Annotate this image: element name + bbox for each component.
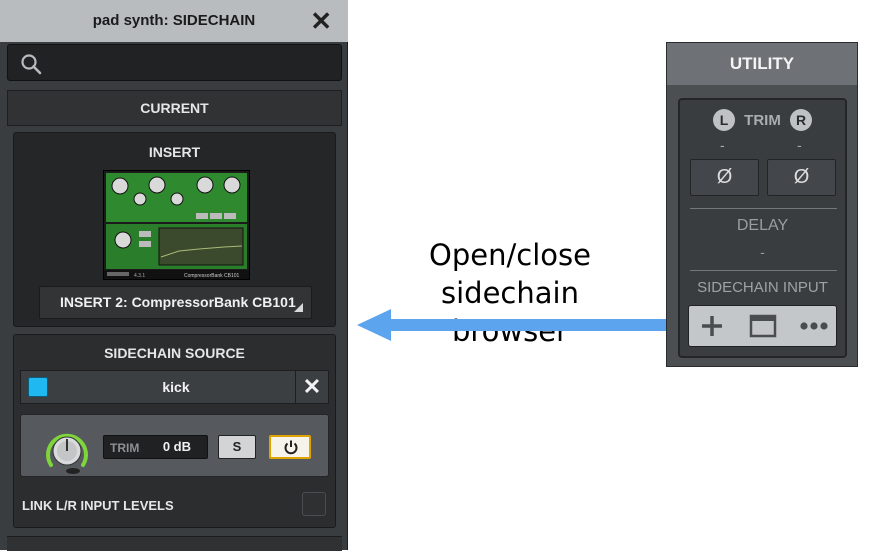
phase-invert-right-button[interactable]: Ø	[767, 159, 836, 196]
sidechain-source-row[interactable]: kick ✕	[20, 370, 329, 404]
insert-title: INSERT	[148, 144, 201, 160]
sidechain-panel: pad synth: SIDECHAIN ✕ CURRENT INSERT 4.…	[0, 0, 348, 551]
right-trim-value: -	[797, 137, 802, 153]
search-input[interactable]	[48, 49, 332, 77]
sidechain-source-section: SIDECHAIN SOURCE kick ✕ TRIM 0 dB S LINK…	[13, 334, 336, 528]
source-name: kick	[162, 379, 190, 395]
utility-body: L TRIM R - - Ø Ø DELAY - SIDECHAIN INPUT	[678, 98, 847, 358]
dropdown-caret-icon	[294, 303, 303, 312]
left-trim-value: -	[720, 137, 725, 153]
divider	[690, 270, 837, 271]
more-options-icon[interactable]	[797, 306, 831, 346]
panel-footer	[7, 536, 342, 551]
plugin-name: CompressorBank CB101	[184, 273, 240, 279]
remove-source-icon[interactable]: ✕	[295, 371, 328, 403]
trim-display[interactable]: TRIM 0 dB	[103, 435, 208, 459]
link-levels-checkbox[interactable]	[302, 492, 326, 516]
plugin-thumbnail: 4.3.1 CompressorBank CB101	[103, 170, 250, 280]
panel-header: pad synth: SIDECHAIN ✕	[0, 0, 348, 42]
insert-select-value: INSERT 2: CompressorBank CB101	[60, 294, 296, 310]
plugin-version: 4.3.1	[134, 273, 145, 279]
add-sidechain-icon[interactable]	[697, 306, 727, 346]
sidechain-source-title: SIDECHAIN SOURCE	[104, 345, 245, 361]
divider	[690, 208, 837, 209]
delay-value[interactable]: -	[680, 244, 845, 260]
close-icon[interactable]: ✕	[310, 6, 332, 36]
sidechain-browser-icon[interactable]	[747, 306, 779, 346]
search-field[interactable]	[7, 44, 342, 81]
callout-line-1: Open/close	[429, 238, 591, 272]
utility-panel: UTILITY L TRIM R - - Ø Ø DELAY - SIDECHA…	[666, 42, 858, 367]
utility-trim-label: TRIM	[744, 112, 781, 129]
current-header: CURRENT	[7, 90, 342, 126]
phase-invert-left-button[interactable]: Ø	[690, 159, 759, 196]
insert-section: INSERT 4.3.1 CompressorBank CB101 INSERT…	[13, 132, 336, 327]
insert-select[interactable]: INSERT 2: CompressorBank CB101	[39, 286, 312, 319]
power-button[interactable]	[269, 435, 311, 459]
link-levels-label: LINK L/R INPUT LEVELS	[22, 498, 174, 513]
delay-label: DELAY	[736, 217, 789, 234]
trim-value: 0 dB	[162, 439, 191, 454]
search-icon	[21, 54, 42, 75]
power-icon	[284, 440, 298, 455]
sidechain-input-label: SIDECHAIN INPUT	[697, 279, 828, 296]
panel-title: pad synth: SIDECHAIN	[92, 12, 256, 29]
source-color-swatch	[28, 377, 48, 397]
callout-arrow	[357, 309, 677, 341]
sidechain-input-bar	[688, 305, 837, 347]
utility-title: UTILITY	[667, 43, 857, 85]
sidechain-controls: TRIM 0 dB S	[20, 414, 329, 477]
trim-knob[interactable]	[43, 427, 91, 477]
right-channel-badge: R	[790, 109, 812, 131]
trim-label: TRIM	[110, 441, 140, 455]
solo-button[interactable]: S	[218, 435, 256, 459]
